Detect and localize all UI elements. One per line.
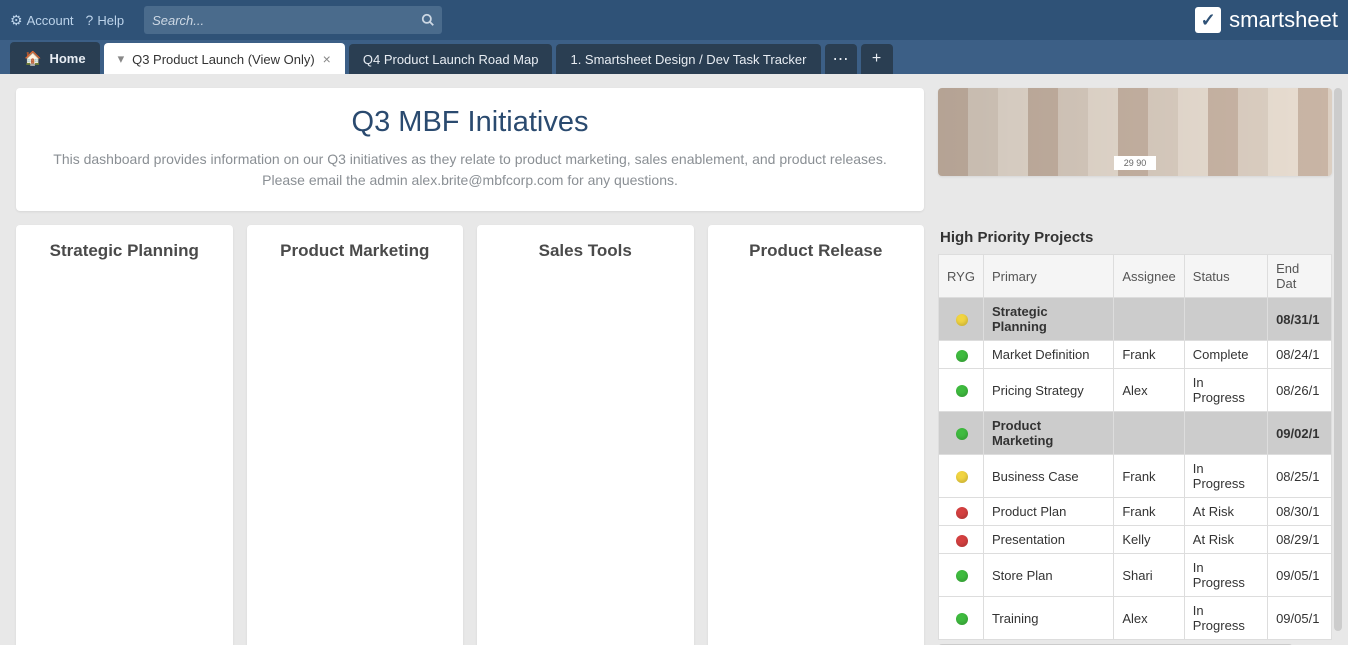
gear-icon: ⚙ [10,12,23,29]
page-title: Q3 MBF Initiatives [46,106,894,139]
tab-home[interactable]: 🏠Home [10,42,100,74]
ryg-red-icon [956,535,968,547]
category-product-marketing: Product Marketing [247,225,464,645]
tab-design-dev-tracker[interactable]: 1. Smartsheet Design / Dev Task Tracker [556,44,820,74]
high-priority-projects: High Priority Projects RYG Primary Assig… [938,225,1332,645]
table-row[interactable]: Product PlanFrankAt Risk08/30/1 [939,498,1332,526]
ryg-green-icon [956,385,968,397]
tab-q3-product-launch[interactable]: ▾Q3 Product Launch (View Only)× [104,43,345,74]
account-link[interactable]: ⚙Account [10,12,74,29]
help-icon: ? [86,12,94,28]
logo-text: smartsheet [1229,7,1338,33]
search-input[interactable] [144,6,414,34]
logo-check-icon: ✓ [1195,7,1221,33]
table-row[interactable]: Business CaseFrankIn Progress08/25/1 [939,455,1332,498]
home-icon: 🏠 [24,50,41,67]
dropdown-icon: ▾ [118,51,125,67]
tab-bar: 🏠Home ▾Q3 Product Launch (View Only)× Q4… [0,40,1348,74]
ryg-red-icon [956,507,968,519]
ryg-yellow-icon [956,314,968,326]
table-row[interactable]: Market DefinitionFrankComplete08/24/1 [939,341,1332,369]
top-bar: ⚙Account ?Help ✓ smartsheet [0,0,1348,40]
table-row[interactable]: Pricing StrategyAlexIn Progress08/26/1 [939,369,1332,412]
table-row[interactable]: TrainingAlexIn Progress09/05/1 [939,597,1332,640]
ryg-green-icon [956,350,968,362]
table-row[interactable]: Product Marketing09/02/1 [939,412,1332,455]
tab-more-button[interactable]: ⋯ [825,44,857,74]
logo: ✓ smartsheet [1195,7,1338,33]
col-primary[interactable]: Primary [983,255,1113,298]
hpp-table: RYG Primary Assignee Status End Dat Stra… [938,254,1332,640]
category-product-release: Product Release [708,225,925,645]
help-link[interactable]: ?Help [86,12,125,28]
col-assignee[interactable]: Assignee [1114,255,1184,298]
header-card: Q3 MBF Initiatives This dashboard provid… [16,88,924,211]
search-icon [421,13,435,27]
table-row[interactable]: Strategic Planning08/31/1 [939,298,1332,341]
tab-q4-roadmap[interactable]: Q4 Product Launch Road Map [349,44,553,74]
category-strategic-planning: Strategic Planning [16,225,233,645]
tab-add-button[interactable]: + [861,44,893,74]
ryg-green-icon [956,570,968,582]
ryg-yellow-icon [956,471,968,483]
image-tag: 29 90 [1114,156,1157,170]
table-row[interactable]: Store PlanShariIn Progress09/05/1 [939,554,1332,597]
search-button[interactable] [414,6,442,34]
hpp-title: High Priority Projects [938,225,1332,254]
ryg-green-icon [956,613,968,625]
workspace: Q3 MBF Initiatives This dashboard provid… [0,74,1348,645]
col-end[interactable]: End Dat [1268,255,1332,298]
close-icon[interactable]: × [323,51,331,67]
col-ryg[interactable]: RYG [939,255,984,298]
search-wrap [144,6,442,34]
page-subtitle: This dashboard provides information on o… [46,149,894,191]
ryg-green-icon [956,428,968,440]
col-status[interactable]: Status [1184,255,1267,298]
category-sales-tools: Sales Tools [477,225,694,645]
table-row[interactable]: PresentationKellyAt Risk08/29/1 [939,526,1332,554]
header-image: 29 90 [938,88,1332,176]
